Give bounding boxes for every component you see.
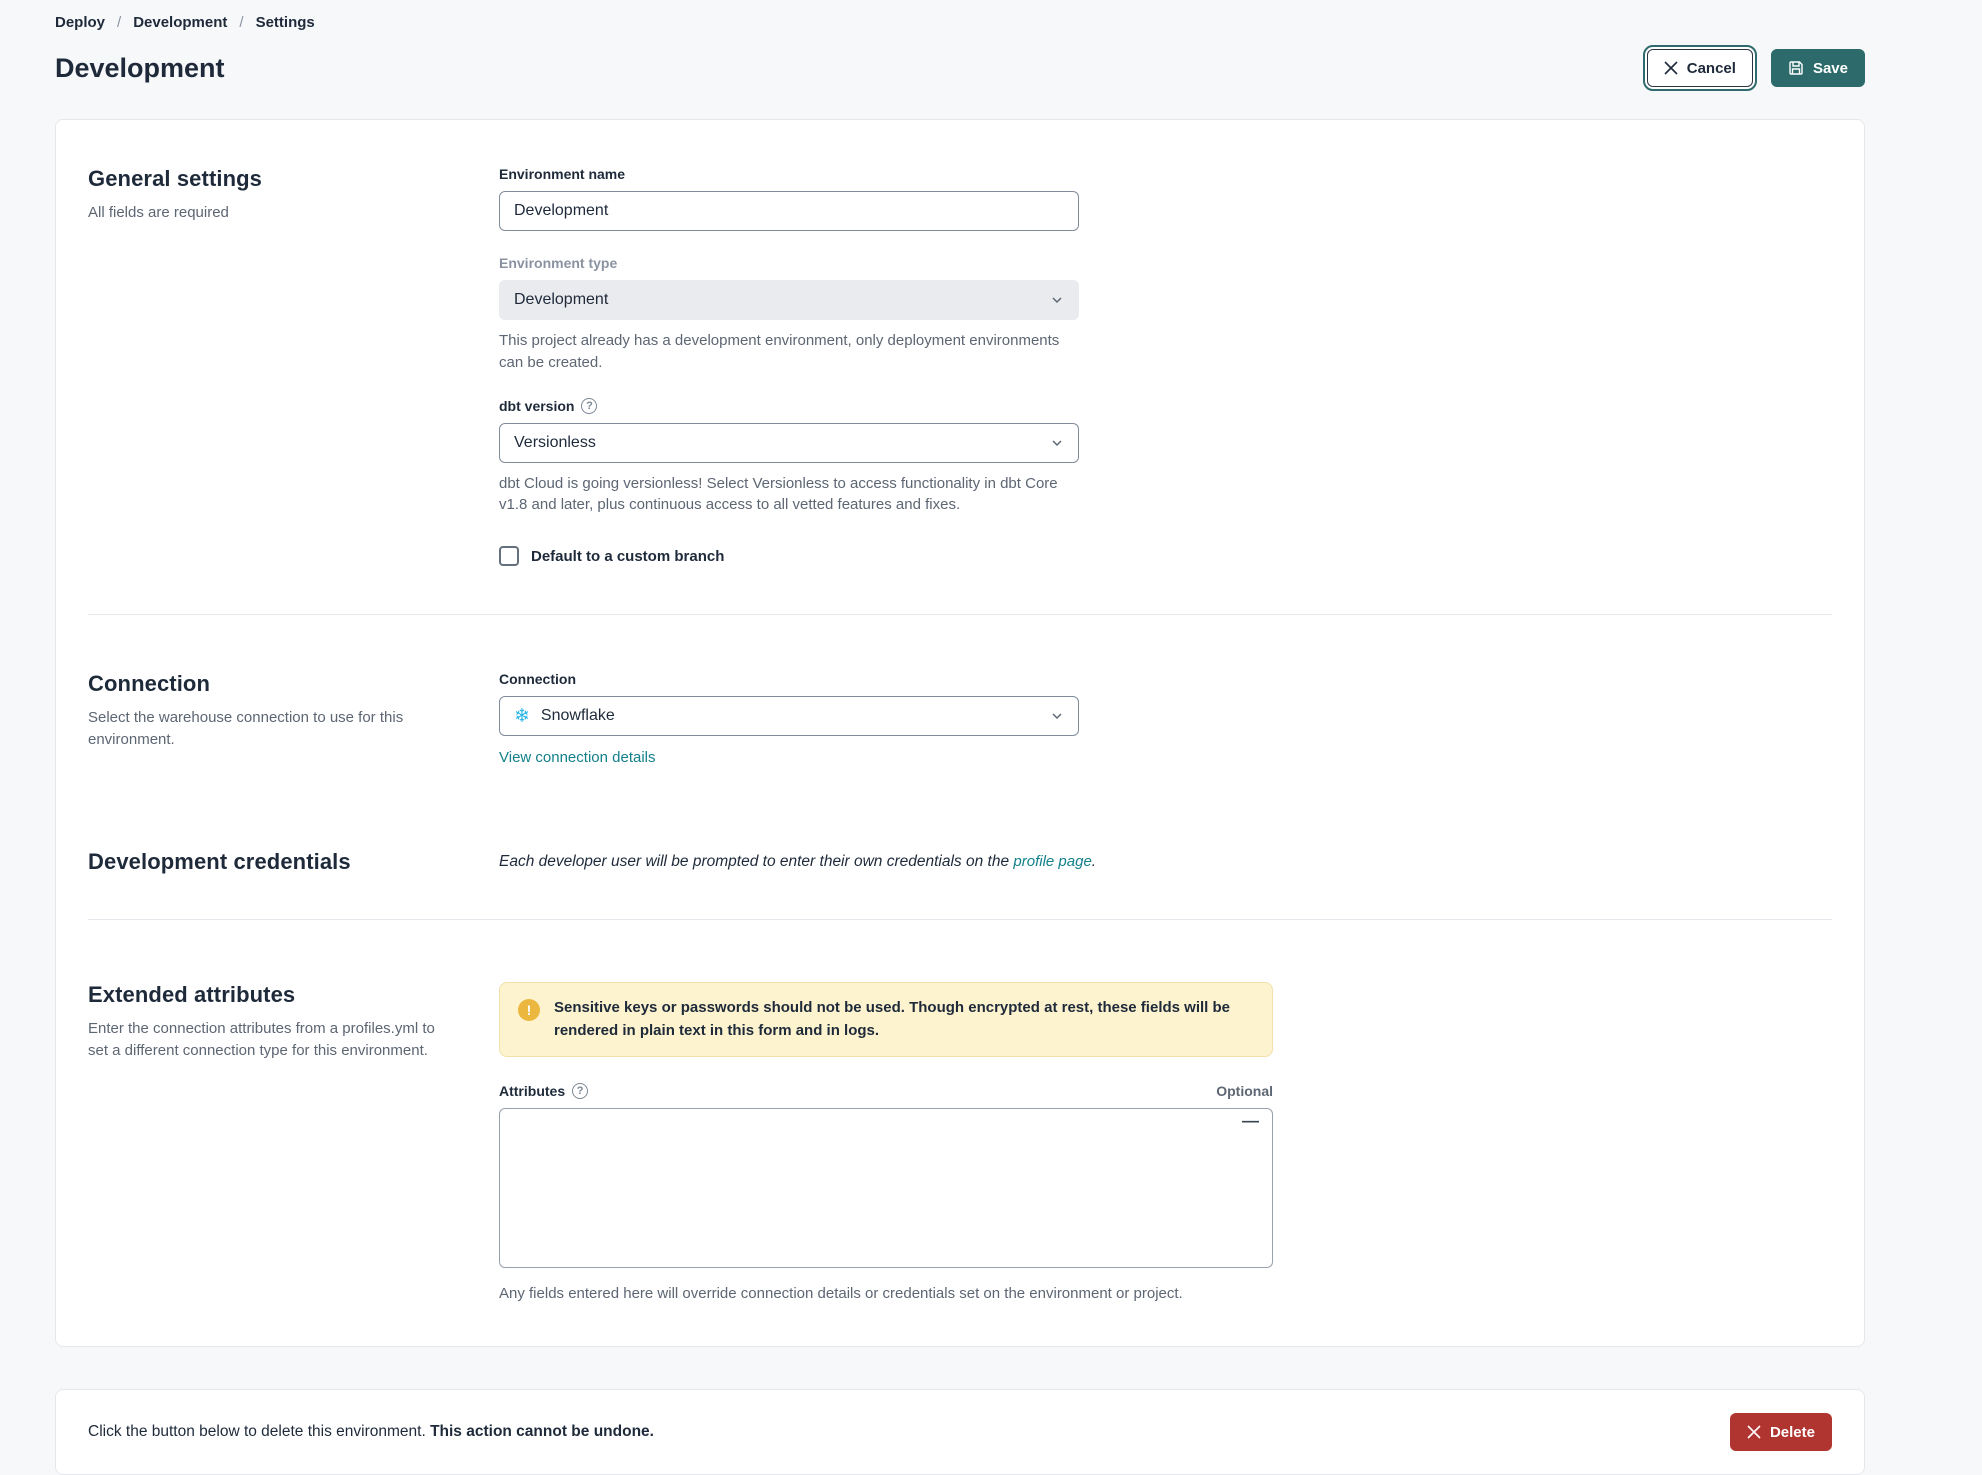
section-general-settings: General settings All fields are required…: [88, 166, 1832, 566]
dbt-version-help: dbt Cloud is going versionless! Select V…: [499, 474, 1058, 514]
credentials-note-wrap: Each developer user will be prompted to …: [499, 849, 1832, 875]
breadcrumb-settings: Settings: [255, 14, 315, 31]
chevron-down-icon: [1050, 709, 1064, 723]
dbt-version-label: dbt version: [499, 397, 575, 414]
fold-line-icon[interactable]: —: [1242, 1112, 1259, 1129]
view-connection-details-link[interactable]: View connection details: [499, 749, 656, 766]
delete-text-warning: This action cannot be undone.: [430, 1423, 654, 1441]
delete-button-label: Delete: [1769, 1423, 1815, 1441]
cancel-button-focus-ring: Cancel: [1642, 45, 1757, 91]
general-settings-heading: General settings: [88, 166, 262, 191]
section-divider: [88, 919, 1832, 920]
chevron-down-icon: [1050, 436, 1064, 450]
credentials-note-suffix: .: [1091, 853, 1097, 870]
connection-subheading: Select the warehouse connection to use f…: [88, 709, 404, 748]
environment-type-value: Development: [514, 291, 609, 308]
extended-attributes-form: ! Sensitive keys or passwords should not…: [499, 982, 1832, 1304]
delete-text-prefix: Click the button below to delete this en…: [88, 1423, 431, 1441]
attributes-label: Attributes: [499, 1082, 566, 1099]
attributes-help: Any fields entered here will override co…: [499, 1284, 1183, 1302]
dbt-version-value: Versionless: [514, 433, 596, 451]
custom-branch-row: Default to a custom branch: [499, 546, 1832, 566]
close-icon: [1664, 61, 1678, 75]
section-development-credentials: Development credentials Each developer u…: [88, 849, 1832, 875]
general-settings-intro: General settings All fields are required: [88, 166, 499, 566]
extended-attributes-heading: Extended attributes: [88, 982, 296, 1007]
connection-form: Connection ❄ Snowflake View connection d…: [499, 671, 1832, 767]
breadcrumb: Deploy / Development / Settings: [55, 14, 1865, 31]
credentials-note-prefix: Each developer user will be prompted to …: [499, 853, 1014, 870]
warning-text: Sensitive keys or passwords should not b…: [554, 999, 1230, 1040]
header-actions: Cancel Save: [1642, 45, 1865, 91]
connection-field-label: Connection: [499, 671, 576, 687]
section-connection: Connection Select the warehouse connecti…: [88, 671, 1832, 767]
breadcrumb-separator: /: [239, 14, 244, 31]
save-button[interactable]: Save: [1770, 49, 1865, 87]
page: Deploy / Development / Settings Developm…: [55, 0, 1865, 1475]
environment-name-input[interactable]: [499, 191, 1079, 231]
general-settings-form: Environment name Environment type Develo…: [499, 166, 1832, 566]
profile-page-link[interactable]: profile page: [1013, 853, 1091, 870]
section-extended-attributes: Extended attributes Enter the connection…: [88, 982, 1832, 1304]
custom-branch-checkbox[interactable]: [499, 546, 519, 566]
environment-name-label: Environment name: [499, 166, 626, 182]
connection-heading: Connection: [88, 671, 210, 696]
optional-badge: Optional: [1216, 1082, 1273, 1099]
page-title: Development: [55, 52, 225, 83]
connection-select[interactable]: ❄ Snowflake: [499, 696, 1079, 736]
development-credentials-heading: Development credentials: [88, 849, 351, 874]
dbt-version-label-row: dbt version ?: [499, 397, 1832, 414]
dbt-version-select[interactable]: Versionless: [499, 422, 1079, 463]
breadcrumb-development[interactable]: Development: [133, 14, 227, 31]
general-settings-subheading: All fields are required: [88, 204, 229, 221]
cancel-button[interactable]: Cancel: [1646, 49, 1753, 87]
delete-environment-text: Click the button below to delete this en…: [88, 1423, 654, 1441]
credentials-intro: Development credentials: [88, 849, 499, 875]
save-icon: [1788, 60, 1804, 76]
environment-type-help: This project already has a development e…: [499, 332, 1060, 371]
connection-value: Snowflake: [540, 707, 615, 724]
breadcrumb-deploy[interactable]: Deploy: [55, 14, 105, 31]
extended-attributes-subheading: Enter the connection attributes from a p…: [88, 1020, 435, 1059]
connection-intro: Connection Select the warehouse connecti…: [88, 671, 499, 767]
snowflake-icon: ❄: [514, 705, 530, 727]
page-header: Development Cancel Save: [55, 45, 1865, 91]
section-divider: [88, 614, 1832, 615]
chevron-down-icon: [1050, 293, 1064, 307]
environment-type-select: Development: [499, 280, 1079, 320]
close-icon: [1747, 1425, 1761, 1439]
attributes-header: Attributes ? Optional: [499, 1082, 1273, 1099]
warning-icon: !: [518, 999, 540, 1021]
custom-branch-label[interactable]: Default to a custom branch: [531, 548, 724, 565]
extended-attributes-intro: Extended attributes Enter the connection…: [88, 982, 499, 1304]
settings-card: General settings All fields are required…: [55, 119, 1865, 1348]
attributes-editor: —: [499, 1107, 1273, 1273]
delete-button[interactable]: Delete: [1729, 1413, 1832, 1452]
attributes-label-row: Attributes ?: [499, 1082, 589, 1099]
breadcrumb-separator: /: [117, 14, 122, 31]
environment-type-label: Environment type: [499, 255, 618, 271]
help-icon[interactable]: ?: [581, 397, 598, 414]
help-icon[interactable]: ?: [572, 1082, 589, 1099]
sensitive-keys-warning: ! Sensitive keys or passwords should not…: [499, 982, 1273, 1057]
credentials-note: Each developer user will be prompted to …: [499, 853, 1832, 871]
save-button-label: Save: [1812, 59, 1848, 77]
cancel-button-label: Cancel: [1686, 59, 1736, 77]
attributes-textarea[interactable]: [499, 1107, 1273, 1268]
delete-environment-card: Click the button below to delete this en…: [55, 1389, 1865, 1475]
